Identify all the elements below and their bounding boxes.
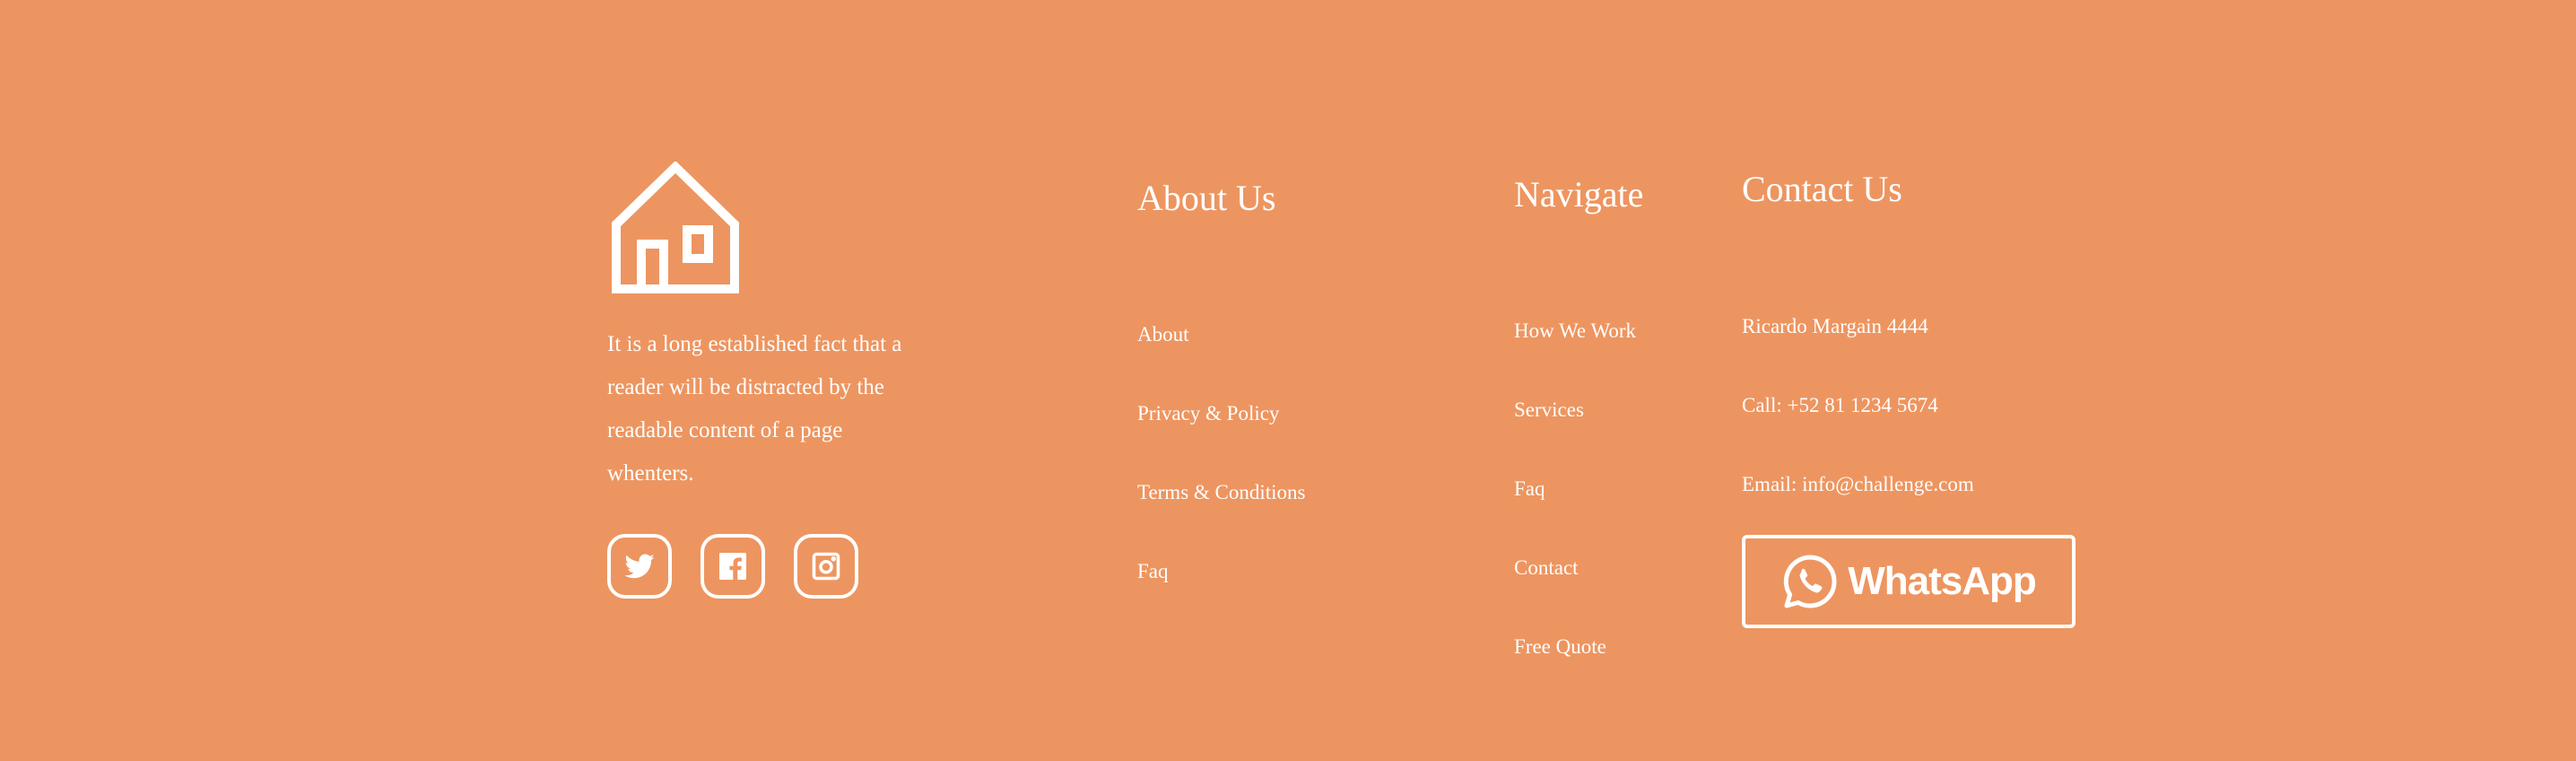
whatsapp-label: WhatsApp xyxy=(1848,559,2037,603)
contact-link[interactable]: Contact xyxy=(1514,555,1579,582)
about-faq-link[interactable]: Faq xyxy=(1137,558,1169,585)
contact-heading: Contact Us xyxy=(1742,169,1902,209)
contact-phone: Call: +52 81 1234 5674 xyxy=(1742,394,1938,416)
free-quote-link[interactable]: Free Quote xyxy=(1514,634,1606,660)
social-links xyxy=(607,534,858,599)
contact-address: Ricardo Margain 4444 xyxy=(1742,315,1928,337)
instagram-button[interactable] xyxy=(794,534,858,599)
instagram-icon xyxy=(810,550,842,582)
about-heading: About Us xyxy=(1137,178,1276,218)
about-link[interactable]: About xyxy=(1137,321,1189,348)
privacy-policy-link[interactable]: Privacy & Policy xyxy=(1137,400,1279,427)
twitter-icon xyxy=(623,550,656,582)
navigate-heading: Navigate xyxy=(1514,174,1644,214)
whatsapp-button[interactable]: WhatsApp xyxy=(1742,535,2076,628)
navigate-faq-link[interactable]: Faq xyxy=(1514,476,1545,503)
facebook-button[interactable] xyxy=(701,534,765,599)
how-we-work-link[interactable]: How We Work xyxy=(1514,318,1636,345)
twitter-button[interactable] xyxy=(607,534,672,599)
whatsapp-icon xyxy=(1781,553,1839,610)
facebook-icon xyxy=(717,550,749,582)
terms-conditions-link[interactable]: Terms & Conditions xyxy=(1137,479,1306,506)
contact-email: Email: info@challenge.com xyxy=(1742,473,1974,495)
services-link[interactable]: Services xyxy=(1514,397,1584,424)
house-icon[interactable] xyxy=(612,161,739,294)
footer-description: It is a long established fact that a rea… xyxy=(607,332,902,485)
